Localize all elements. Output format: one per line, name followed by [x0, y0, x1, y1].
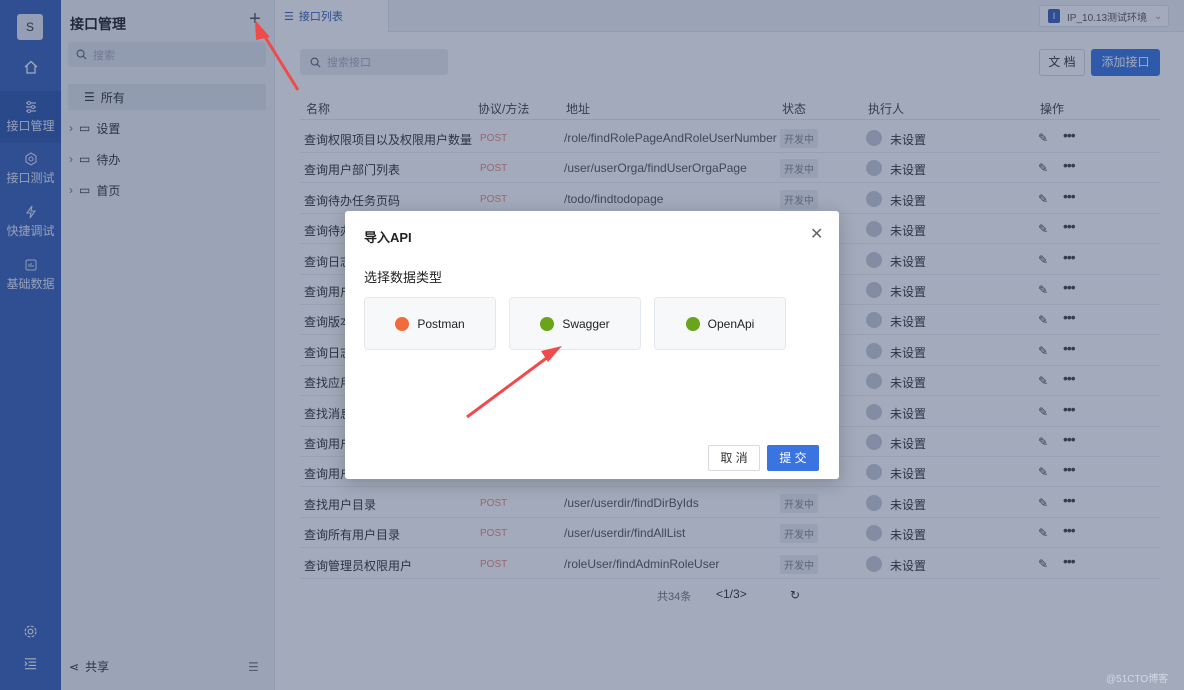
import-api-modal: 导入API ✕ 选择数据类型 Postman Swagger OpenApi 取… [345, 211, 839, 479]
cancel-button[interactable]: 取 消 [708, 445, 760, 471]
close-icon[interactable]: ✕ [810, 224, 823, 244]
option-swagger[interactable]: Swagger [509, 297, 641, 350]
swagger-icon [540, 316, 555, 331]
option-label: OpenApi [707, 316, 755, 331]
watermark: @51CTO博客 [1106, 674, 1169, 685]
option-label: Postman [417, 316, 465, 331]
submit-button[interactable]: 提 交 [767, 445, 819, 471]
postman-icon [395, 316, 410, 331]
option-openapi[interactable]: OpenApi [654, 297, 786, 350]
modal-title: 导入API [364, 230, 412, 245]
modal-subtitle: 选择数据类型 [364, 270, 443, 285]
openapi-icon [685, 316, 700, 331]
option-label: Swagger [562, 316, 610, 331]
option-postman[interactable]: Postman [364, 297, 496, 350]
